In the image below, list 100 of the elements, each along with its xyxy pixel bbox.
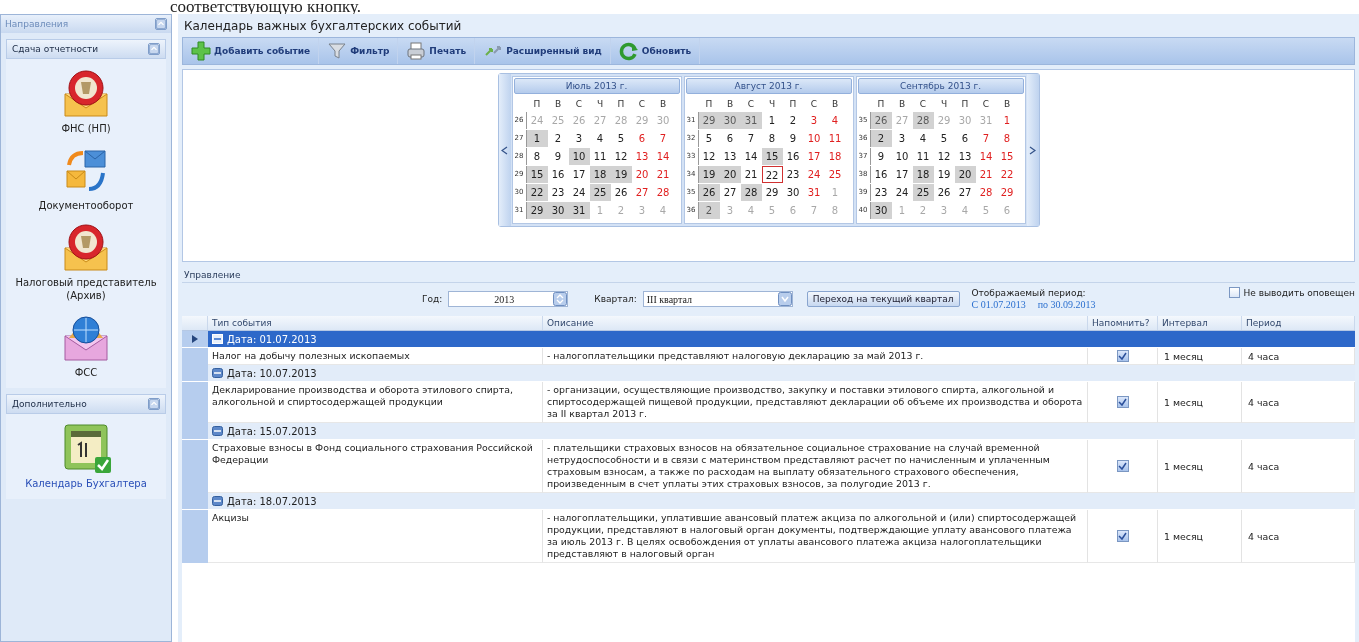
calendar-day[interactable]: 3 [891, 130, 913, 147]
calendar-day[interactable]: 24 [891, 184, 913, 201]
calendar-day[interactable]: 5 [698, 130, 720, 147]
calendar-day[interactable]: 11 [912, 148, 934, 165]
calendar-day[interactable]: 2 [698, 202, 720, 219]
dropdown-icon[interactable] [777, 292, 792, 306]
column-header[interactable]: Период [1242, 316, 1355, 330]
calendar-day[interactable]: 19 [933, 166, 955, 183]
calendar-day[interactable]: 30 [547, 202, 569, 219]
calendar-day[interactable]: 29 [698, 112, 720, 129]
calendar-day[interactable]: 10 [568, 148, 590, 165]
calendar-day[interactable]: 23 [870, 184, 892, 201]
calendar-day[interactable]: 7 [975, 130, 997, 147]
calendar-day[interactable]: 29 [996, 184, 1018, 201]
calendar-day[interactable]: 13 [631, 148, 653, 165]
group-row[interactable]: Дата: 18.07.2013 [182, 493, 1355, 510]
calendar-day[interactable]: 29 [761, 184, 783, 201]
calendar-day[interactable]: 26 [870, 112, 892, 129]
calendar-day[interactable]: 24 [568, 184, 590, 201]
calendar-day[interactable]: 6 [954, 130, 976, 147]
calendar-day[interactable]: 28 [740, 184, 762, 201]
calendar-day[interactable]: 4 [824, 112, 846, 129]
calendar-day[interactable]: 16 [547, 166, 569, 183]
sidebar-item[interactable]: Налоговый представитель (Архив) [6, 217, 166, 307]
calendar-day[interactable]: 18 [912, 166, 934, 183]
calendar-day[interactable]: 9 [870, 148, 892, 165]
calendar-day[interactable]: 4 [912, 130, 934, 147]
column-header[interactable]: Напомнить? [1088, 316, 1158, 330]
calendar-day[interactable]: 21 [975, 166, 997, 183]
calendar-day[interactable]: 27 [631, 184, 653, 201]
toolbar-button[interactable]: Расширенный вид [475, 38, 611, 64]
calendar-day[interactable]: 20 [719, 166, 741, 183]
calendar-day[interactable]: 28 [652, 184, 674, 201]
calendar-day[interactable]: 12 [610, 148, 632, 165]
calendar-day[interactable]: 12 [933, 148, 955, 165]
calendar-day[interactable]: 14 [740, 148, 762, 165]
calendar-day[interactable]: 6 [631, 130, 653, 147]
calendar-day[interactable]: 30 [782, 184, 804, 201]
calendar-day[interactable]: 22 [761, 166, 783, 183]
calendar-day[interactable]: 30 [719, 112, 741, 129]
calendar-day[interactable]: 2 [782, 112, 804, 129]
calendar-day[interactable]: 5 [610, 130, 632, 147]
calendar-day[interactable]: 20 [954, 166, 976, 183]
calendar-day[interactable]: 8 [761, 130, 783, 147]
checkbox[interactable] [1116, 350, 1129, 362]
calendar-day[interactable]: 24 [803, 166, 825, 183]
calendar-day[interactable]: 7 [740, 130, 762, 147]
sidebar-item[interactable]: ФНС (НП) [57, 63, 115, 140]
calendar-day[interactable]: 31 [803, 184, 825, 201]
calendar-day[interactable]: 2 [547, 130, 569, 147]
calendar-day[interactable]: 25 [824, 166, 846, 183]
calendar-day[interactable]: 23 [547, 184, 569, 201]
calendar-day[interactable]: 12 [698, 148, 720, 165]
calendar-day[interactable]: 14 [975, 148, 997, 165]
collapse-icon[interactable] [155, 18, 167, 30]
calendar-day[interactable]: 5 [933, 130, 955, 147]
calendar-day[interactable]: 26 [698, 184, 720, 201]
calendar-day[interactable]: 20 [631, 166, 653, 183]
calendar-day[interactable]: 8 [996, 130, 1018, 147]
calendar-day[interactable]: 25 [589, 184, 611, 201]
toolbar-button[interactable]: Печать [398, 38, 476, 64]
column-header[interactable]: Интервал [1158, 316, 1242, 330]
group-row[interactable]: Дата: 01.07.2013 [182, 331, 1355, 348]
calendar-day[interactable]: 18 [824, 148, 846, 165]
sidebar-item[interactable]: Документооборот [36, 140, 136, 217]
calendar-day[interactable]: 19 [610, 166, 632, 183]
calendar-day[interactable]: 28 [975, 184, 997, 201]
column-header[interactable]: Описание [543, 316, 1088, 330]
year-field[interactable]: 2013 [448, 291, 569, 307]
calendar-day[interactable]: 31 [740, 112, 762, 129]
calendar-day[interactable]: 9 [547, 148, 569, 165]
collapse-icon[interactable] [212, 368, 223, 378]
group-row[interactable]: Дата: 10.07.2013 [182, 365, 1355, 382]
calendar-day[interactable]: 10 [803, 130, 825, 147]
calendar-day[interactable]: 16 [870, 166, 892, 183]
calendar-day[interactable]: 11 [824, 130, 846, 147]
collapse-icon[interactable] [148, 43, 160, 55]
calendar-day[interactable]: 26 [610, 184, 632, 201]
calendar-day[interactable]: 26 [933, 184, 955, 201]
calendar-day[interactable]: 23 [782, 166, 804, 183]
calendar-day[interactable]: 1 [761, 112, 783, 129]
toolbar-button[interactable]: Обновить [610, 38, 701, 64]
toolbar-button[interactable]: Фильтр [319, 38, 399, 64]
calendar-day[interactable]: 28 [912, 112, 934, 129]
group-row[interactable]: Дата: 15.07.2013 [182, 423, 1355, 440]
calendar-day[interactable]: 1 [996, 112, 1018, 129]
calendar-day[interactable]: 7 [652, 130, 674, 147]
checkbox[interactable] [1116, 460, 1129, 472]
sidebar-item[interactable]: ФСС [57, 307, 115, 384]
calendar-day[interactable]: 15 [526, 166, 548, 183]
quarter-dropdown[interactable]: III квартал [642, 291, 793, 307]
calendar-day[interactable]: 15 [996, 148, 1018, 165]
current-quarter-button[interactable]: Переход на текущий квартал [806, 291, 960, 307]
calendar-day[interactable]: 17 [891, 166, 913, 183]
checkbox[interactable] [1229, 287, 1241, 298]
column-header[interactable]: Тип события [208, 316, 543, 330]
calendar-day[interactable]: 19 [698, 166, 720, 183]
checkbox[interactable] [1116, 396, 1129, 408]
calendar-day[interactable]: 10 [891, 148, 913, 165]
spinner-icon[interactable] [553, 292, 568, 306]
